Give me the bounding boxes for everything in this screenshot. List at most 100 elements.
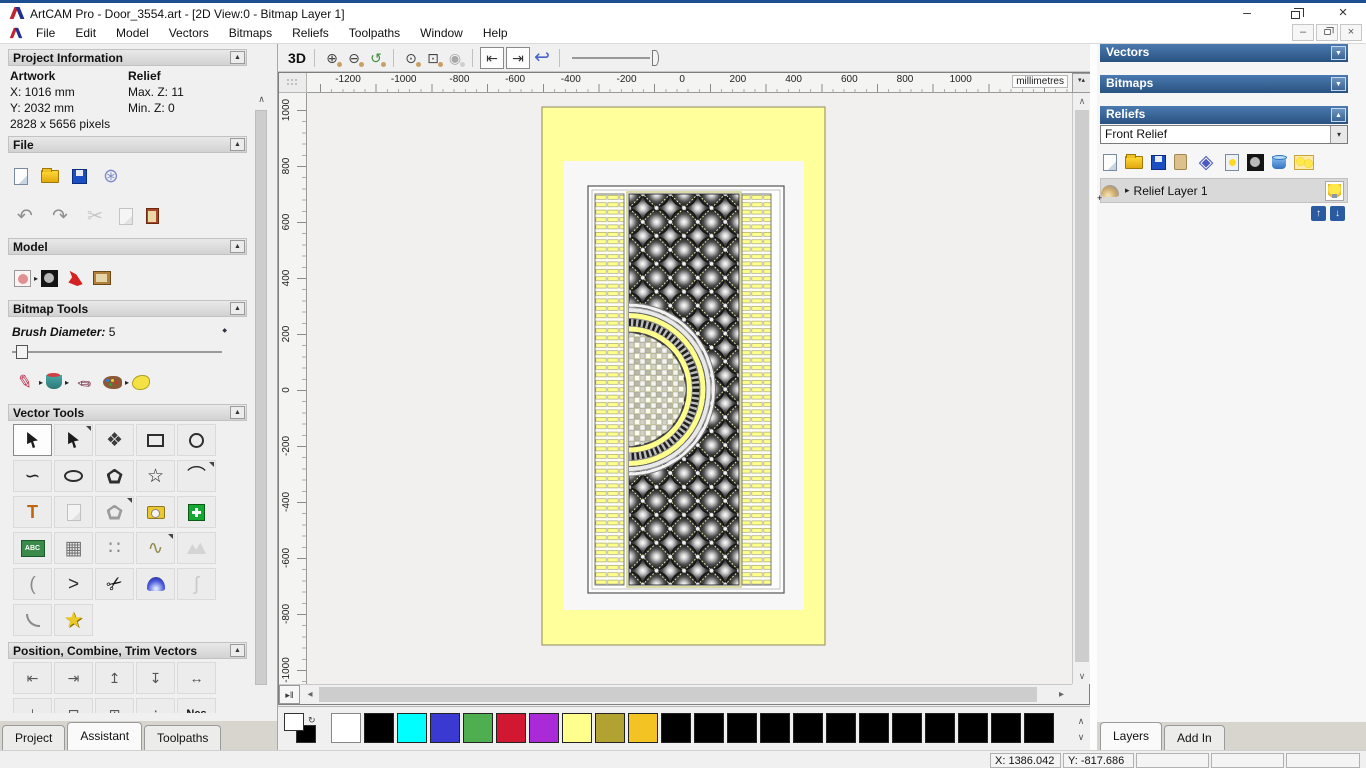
zoom-slider-handle[interactable]	[652, 49, 659, 66]
simplify-vectors-button[interactable]	[177, 532, 216, 564]
flyout-arrow-icon[interactable]: ▸	[39, 378, 43, 387]
align-top-button[interactable]: ↥	[95, 662, 134, 694]
scroll-down-icon[interactable]: ∨	[1073, 668, 1091, 684]
relief-greyscale-icon[interactable]	[1247, 153, 1264, 171]
paste-centre-button[interactable]: ⊞	[95, 698, 134, 713]
create-circle-button[interactable]	[177, 424, 216, 456]
transform-vectors-button[interactable]: ❖	[95, 424, 134, 456]
flyout-arrow-icon[interactable]: ▸	[34, 274, 38, 283]
scroll-left-icon[interactable]: ◂	[302, 685, 318, 704]
slice-vectors-button[interactable]	[13, 604, 52, 636]
palette-swatch-10[interactable]	[661, 713, 691, 743]
expand-down-button[interactable]: ▼	[1331, 76, 1346, 91]
zoom-selection-icon[interactable]: ◉	[444, 48, 466, 68]
palette-swatch-6[interactable]	[529, 713, 559, 743]
align-centre-horizontal-button[interactable]: ↔	[177, 662, 216, 694]
primary-colour-swatch[interactable]	[284, 713, 304, 731]
save-model-icon[interactable]	[72, 168, 87, 184]
measure-tool-button[interactable]	[136, 496, 175, 528]
palette-swatch-15[interactable]	[826, 713, 856, 743]
zoom-previous-icon[interactable]: ↺	[365, 48, 387, 68]
scroll-thumb[interactable]	[255, 110, 267, 685]
section-file[interactable]: File ▲	[8, 136, 247, 153]
title-bar[interactable]: ArtCAM Pro - Door_3554.art - [2D View:0 …	[0, 0, 1366, 22]
pan-view-icon[interactable]: ↩	[531, 48, 553, 68]
palette-swatch-21[interactable]	[1024, 713, 1054, 743]
mdi-restore-button[interactable]	[1316, 24, 1338, 41]
drawing-canvas[interactable]	[307, 93, 1072, 684]
menu-reliefs[interactable]: Reliefs	[282, 22, 339, 44]
move-layer-down-button[interactable]: ↓	[1330, 206, 1345, 221]
section-model[interactable]: Model ▲	[8, 238, 247, 255]
pane-split-button[interactable]: ▸‖	[279, 685, 300, 704]
centre-in-page-button[interactable]: ⊡	[54, 698, 93, 713]
palette-swatch-8[interactable]	[595, 713, 625, 743]
brush-diameter-slider[interactable]	[12, 345, 222, 359]
section-position-combine-trim[interactable]: Position, Combine, Trim Vectors ▲	[8, 642, 247, 659]
create-polyline-button[interactable]: ∽	[13, 460, 52, 492]
relief-preview-icon[interactable]	[1225, 153, 1239, 171]
scroll-right-icon[interactable]: ▸	[1053, 685, 1070, 704]
palette-scroll-down-icon[interactable]: ∨	[1074, 729, 1088, 745]
move-layer-up-button[interactable]: ↑	[1311, 206, 1326, 221]
palette-editor-icon[interactable]	[103, 375, 123, 389]
palette-swatch-18[interactable]	[925, 713, 955, 743]
load-relief-icon[interactable]	[1125, 153, 1143, 169]
palette-swatch-1[interactable]	[364, 713, 394, 743]
create-vector-boundary-button[interactable]	[177, 496, 216, 528]
menu-file[interactable]: File	[26, 22, 65, 44]
align-centre-vertical-button[interactable]: ⊥	[13, 698, 52, 713]
horizontal-scrollbar[interactable]: ▸‖ ◂ ▸	[279, 684, 1072, 704]
align-left-button[interactable]: ⇤	[13, 662, 52, 694]
palette-swatch-3[interactable]	[430, 713, 460, 743]
paste-icon[interactable]	[146, 208, 159, 224]
palette-swatch-17[interactable]	[892, 713, 922, 743]
flyout-arrow-icon[interactable]: ▸	[125, 378, 129, 387]
greyscale-preview-icon[interactable]	[41, 269, 59, 287]
menu-window[interactable]: Window	[410, 22, 473, 44]
vectors-header[interactable]: Vectors ▼	[1100, 44, 1348, 62]
wrap-vectors-button[interactable]: ★	[54, 604, 93, 636]
palette-swatch-20[interactable]	[991, 713, 1021, 743]
create-arc-button[interactable]: ⌒	[177, 460, 216, 492]
zoom-fit-icon[interactable]: ⊡	[422, 48, 444, 68]
toggle-all-layers-visibility-icon[interactable]	[1294, 154, 1314, 170]
tab-assistant[interactable]: Assistant	[67, 722, 143, 750]
cut-icon[interactable]: ✂	[84, 206, 106, 226]
scroll-thumb[interactable]	[1075, 110, 1089, 662]
snap-to-right-icon[interactable]: ⇥	[506, 46, 530, 69]
minimize-button[interactable]: –	[1224, 3, 1270, 22]
slider-thumb[interactable]	[16, 345, 28, 359]
relief-layer-item[interactable]: ▸ Relief Layer 1	[1097, 178, 1348, 203]
copy-icon[interactable]	[119, 207, 133, 225]
section-vector-tools[interactable]: Vector Tools ▲	[8, 404, 247, 421]
trim-vectors-button[interactable]: ✂	[95, 568, 134, 600]
create-text-button[interactable]: T	[13, 496, 52, 528]
nesting-button[interactable]: Nes	[177, 698, 216, 713]
delete-relief-layer-icon[interactable]	[1272, 154, 1287, 169]
menu-model[interactable]: Model	[106, 22, 159, 44]
scatter-copies-button[interactable]: ∴	[136, 698, 175, 713]
relief-from-file-icon[interactable]	[1174, 154, 1187, 170]
section-project-information[interactable]: Project Information ▲	[8, 49, 247, 66]
panel-splitter[interactable]	[1090, 44, 1097, 750]
palette-swatch-12[interactable]	[727, 713, 757, 743]
section-bitmap-tools[interactable]: Bitmap Tools ▲	[8, 300, 247, 317]
create-polygon-button[interactable]	[95, 460, 134, 492]
scroll-up-icon[interactable]: ∧	[1073, 93, 1091, 109]
menu-bitmaps[interactable]: Bitmaps	[219, 22, 282, 44]
set-model-size-icon[interactable]	[14, 269, 31, 287]
vertical-scrollbar[interactable]: ∧ ∨	[1072, 93, 1091, 684]
menu-vectors[interactable]: Vectors	[159, 22, 219, 44]
view-3d-icon[interactable]: 3D	[286, 48, 308, 68]
palette-swatch-13[interactable]	[760, 713, 790, 743]
align-right-button[interactable]: ⇥	[54, 662, 93, 694]
transfer-relief-layer-icon[interactable]: ◈	[1195, 152, 1217, 172]
create-star-button[interactable]: ☆	[136, 460, 175, 492]
align-bottom-button[interactable]: ↧	[136, 662, 175, 694]
zoom-slider[interactable]	[572, 48, 664, 68]
relief-layer-combobox[interactable]: Front Relief ▾	[1100, 125, 1348, 144]
join-vectors-button[interactable]: ʃ	[177, 568, 216, 600]
vector-doctor-button[interactable]	[54, 496, 93, 528]
palette-scroll-up-icon[interactable]: ∧	[1074, 713, 1088, 729]
